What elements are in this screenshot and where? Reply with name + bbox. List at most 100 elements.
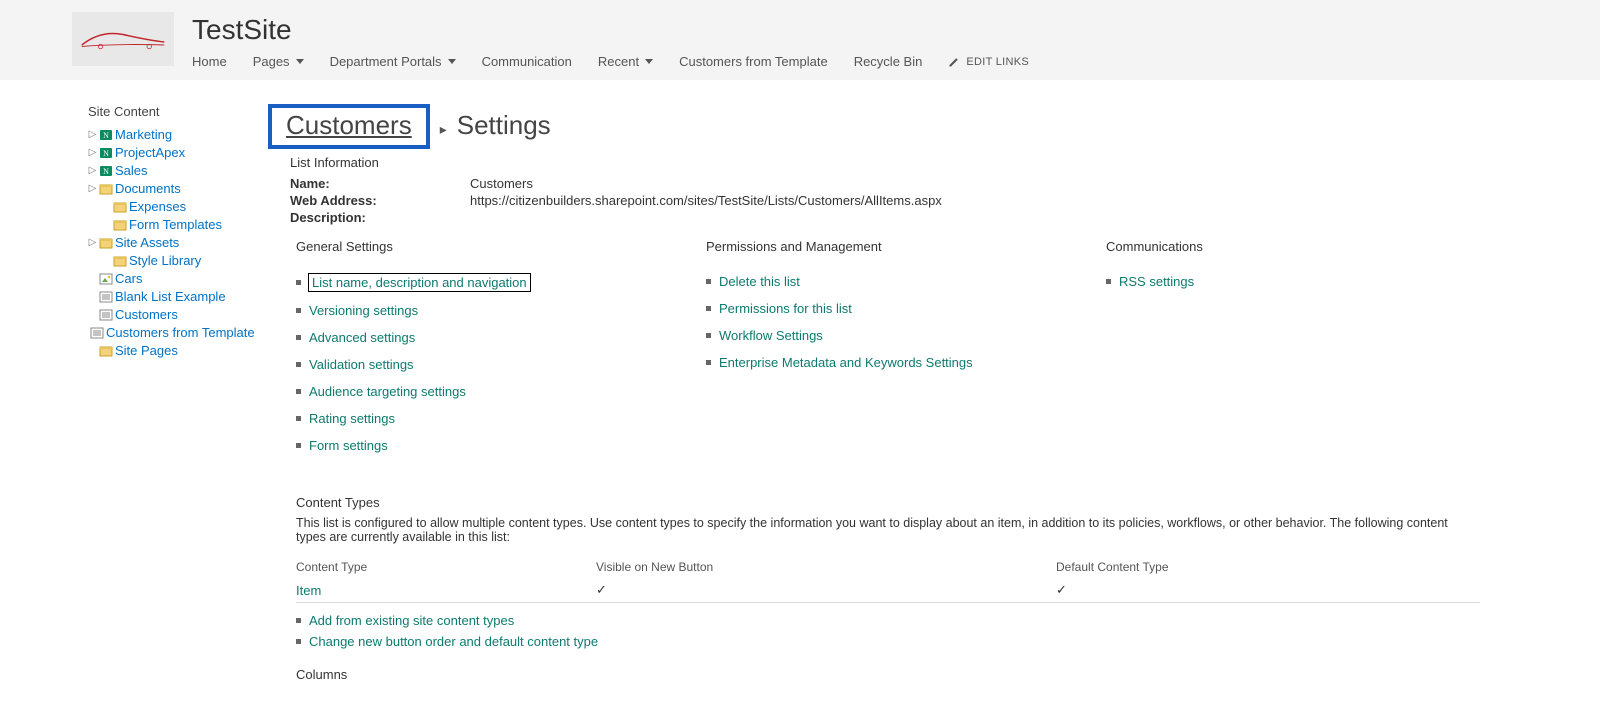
- sidebar-item-site-assets[interactable]: ▷Site Assets: [88, 235, 248, 250]
- setting-link[interactable]: Permissions for this list: [719, 301, 852, 316]
- sidebar-item-customers-from-template[interactable]: Customers from Template: [88, 325, 248, 340]
- chevron-down-icon: [296, 59, 304, 64]
- edit-links-button[interactable]: EDIT LINKS: [948, 56, 1029, 68]
- sidebar-item-customers[interactable]: Customers: [88, 307, 248, 322]
- nav-recycle-bin[interactable]: Recycle Bin: [854, 54, 923, 69]
- list-info-block: Name: Customers Web Address: https://cit…: [290, 176, 1480, 225]
- breadcrumb-parent-link[interactable]: Customers: [286, 110, 412, 140]
- setting-link[interactable]: Add from existing site content types: [309, 613, 514, 628]
- content-types-table: Content Type Visible on New Button Defau…: [296, 556, 1480, 603]
- list-icon: [90, 326, 104, 340]
- nav-customers-from-template[interactable]: Customers from Template: [679, 54, 828, 69]
- web-address-value[interactable]: https://citizenbuilders.sharepoint.com/s…: [470, 193, 942, 208]
- setting-link[interactable]: Form settings: [309, 438, 388, 453]
- sidebar-item-label: Sales: [115, 163, 148, 178]
- nav-label: Customers from Template: [679, 54, 828, 69]
- sidebar-item-label: Documents: [115, 181, 181, 196]
- tree-caret-icon: ▷: [88, 183, 97, 194]
- general-settings-heading: General Settings: [296, 239, 706, 254]
- nav-communication[interactable]: Communication: [482, 54, 572, 69]
- nav-label: Communication: [482, 54, 572, 69]
- sidebar-item-blank-list-example[interactable]: Blank List Example: [88, 289, 248, 304]
- name-value: Customers: [470, 176, 533, 191]
- nav-label: Recycle Bin: [854, 54, 923, 69]
- sidebar-item-expenses[interactable]: Expenses: [102, 199, 248, 214]
- top-nav: Home Pages Department Portals Communicat…: [192, 54, 1029, 79]
- library-icon: [99, 182, 113, 196]
- bullet-icon: [296, 280, 301, 285]
- content-type-item-link[interactable]: Item: [296, 578, 596, 603]
- nav-home[interactable]: Home: [192, 54, 227, 69]
- setting-link[interactable]: Rating settings: [309, 411, 395, 426]
- breadcrumb-current: Settings: [457, 110, 551, 141]
- bullet-icon: [706, 360, 711, 365]
- setting-item: Versioning settings: [296, 303, 706, 318]
- setting-item: Add from existing site content types: [296, 613, 1480, 628]
- bullet-icon: [296, 362, 301, 367]
- nav-recent[interactable]: Recent: [598, 54, 653, 69]
- sidebar-item-documents[interactable]: ▷ Documents: [88, 181, 248, 196]
- nav-label: Home: [192, 54, 227, 69]
- setting-link[interactable]: List name, description and navigation: [309, 274, 530, 291]
- setting-item: Form settings: [296, 438, 706, 453]
- general-settings-list: List name, description and navigation Ver…: [296, 274, 706, 453]
- site-title[interactable]: TestSite: [192, 14, 1029, 46]
- sidebar-item-label: Style Library: [129, 253, 201, 268]
- bullet-icon: [706, 306, 711, 311]
- nav-label: Pages: [253, 54, 290, 69]
- setting-link[interactable]: Audience targeting settings: [309, 384, 466, 399]
- top-ribbon: TestSite Home Pages Department Portals C…: [0, 0, 1600, 80]
- setting-item: Permissions for this list: [706, 301, 1106, 316]
- setting-link[interactable]: RSS settings: [1119, 274, 1194, 289]
- sidebar-item-label: Customers: [115, 307, 178, 322]
- setting-link[interactable]: Versioning settings: [309, 303, 418, 318]
- setting-item: Advanced settings: [296, 330, 706, 345]
- setting-link[interactable]: Enterprise Metadata and Keywords Setting…: [719, 355, 973, 370]
- library-icon: [113, 254, 127, 268]
- site-logo[interactable]: [72, 12, 174, 66]
- library-icon: [113, 200, 127, 214]
- nav-label: Department Portals: [330, 54, 442, 69]
- library-icon: [113, 218, 127, 232]
- sidebar-item-cars[interactable]: Cars: [88, 271, 248, 286]
- setting-item: RSS settings: [1106, 274, 1480, 289]
- bullet-icon: [296, 618, 301, 623]
- sidebar-item-site-pages[interactable]: Site Pages: [88, 343, 248, 358]
- sidebar-item-style-library[interactable]: Style Library: [102, 253, 248, 268]
- breadcrumb: Customers ▸ Settings: [268, 104, 1480, 149]
- bullet-icon: [706, 279, 711, 284]
- setting-link[interactable]: Delete this list: [719, 274, 800, 289]
- bullet-icon: [296, 443, 301, 448]
- setting-link[interactable]: Advanced settings: [309, 330, 415, 345]
- ct-col-default: Default Content Type: [1056, 556, 1480, 578]
- setting-item: List name, description and navigation: [296, 274, 706, 291]
- setting-item: Enterprise Metadata and Keywords Setting…: [706, 355, 1106, 370]
- svg-text:N: N: [103, 167, 109, 176]
- main-content: Customers ▸ Settings List Information Na…: [268, 104, 1600, 682]
- svg-text:N: N: [103, 131, 109, 140]
- sidebar-item-label: Expenses: [129, 199, 186, 214]
- onenote-icon: N: [99, 128, 113, 142]
- description-label: Description:: [290, 210, 470, 225]
- sidebar-item-marketing[interactable]: ▷NMarketing: [88, 127, 248, 142]
- name-label: Name:: [290, 176, 470, 191]
- setting-item: Validation settings: [296, 357, 706, 372]
- chevron-down-icon: [448, 59, 456, 64]
- nav-department-portals[interactable]: Department Portals: [330, 54, 456, 69]
- piclib-icon: [99, 272, 113, 286]
- list-information-heading: List Information: [290, 155, 1480, 170]
- setting-item: Delete this list: [706, 274, 1106, 289]
- sidebar-item-label: Cars: [115, 271, 142, 286]
- sidebar-item-sales[interactable]: ▷NSales: [88, 163, 248, 178]
- sidebar-item-form-templates[interactable]: Form Templates: [102, 217, 248, 232]
- check-icon: ✓: [596, 578, 1056, 603]
- sidebar-item-label: Blank List Example: [115, 289, 226, 304]
- chevron-right-icon: ▸: [440, 121, 447, 138]
- bullet-icon: [296, 335, 301, 340]
- setting-link[interactable]: Workflow Settings: [719, 328, 823, 343]
- nav-pages[interactable]: Pages: [253, 54, 304, 69]
- tree-caret-icon: ▷: [88, 129, 97, 140]
- setting-link[interactable]: Change new button order and default cont…: [309, 634, 598, 649]
- sidebar-item-projectapex[interactable]: ▷NProjectApex: [88, 145, 248, 160]
- setting-link[interactable]: Validation settings: [309, 357, 414, 372]
